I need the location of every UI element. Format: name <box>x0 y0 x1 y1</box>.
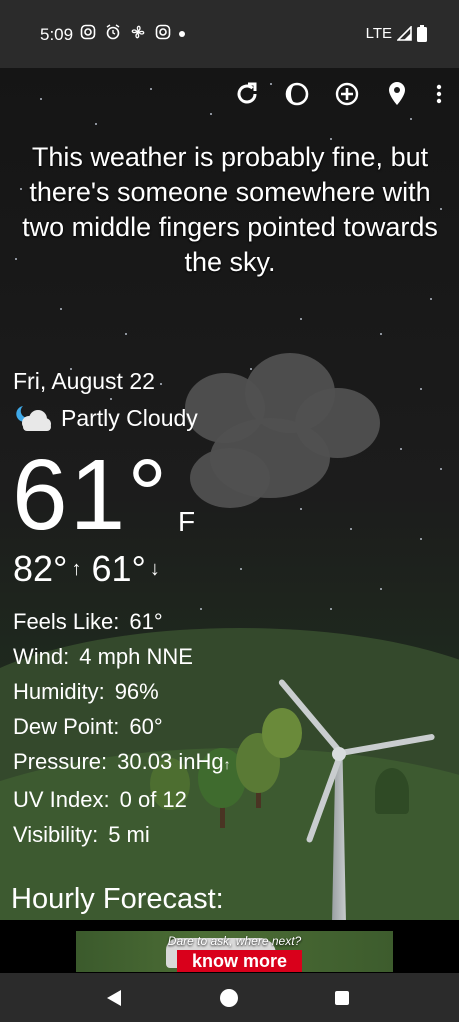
status-time: 5:09 <box>40 25 74 44</box>
tree <box>375 768 409 814</box>
signal-icon <box>397 26 412 41</box>
detail-label: Wind: <box>13 644 70 669</box>
instagram-icon <box>80 24 96 40</box>
add-location-button[interactable] <box>333 80 361 108</box>
ad-know-more-button[interactable]: know more <box>177 950 302 972</box>
recents-icon[interactable] <box>335 991 349 1005</box>
detail-pressure: Pressure: 30.03 inHg↑ <box>13 744 231 782</box>
detail-label: Pressure: <box>13 749 108 774</box>
status-bar: 5:09 LTE <box>0 0 459 68</box>
detail-uv-index: UV Index: 0 of 12 <box>13 782 231 817</box>
detail-value: 5 mi <box>108 822 150 847</box>
action-toolbar <box>233 80 445 108</box>
detail-value: 61° <box>129 609 163 634</box>
detail-label: UV Index: <box>13 787 110 812</box>
alarm-icon <box>106 24 120 40</box>
add-location-icon <box>335 82 359 106</box>
moon-phase-button[interactable] <box>283 80 311 108</box>
detail-humidity: Humidity: 96% <box>13 674 231 709</box>
status-notification-icons <box>80 24 171 40</box>
detail-label: Humidity: <box>13 679 105 704</box>
weather-details: Feels Like: 61° Wind: 4 mph NNE Humidity: 9… <box>13 604 231 852</box>
detail-label: Dew Point: <box>13 714 120 739</box>
location-pin-icon <box>389 82 405 105</box>
detail-wind: Wind: 4 mph NNE <box>13 639 231 674</box>
detail-dew-point: Dew Point: 60° <box>13 709 231 744</box>
battery-icon <box>417 25 427 42</box>
refresh-button[interactable] <box>233 80 261 108</box>
instagram-icon <box>155 24 171 40</box>
temperature-unit: F <box>178 506 196 537</box>
fan-icon <box>131 25 145 39</box>
hourly-forecast-heading: Hourly Forecast: <box>11 883 224 915</box>
arrow-down-icon: ↓ <box>149 557 160 580</box>
refresh-icon <box>237 82 257 104</box>
cloud-illustration <box>185 353 385 513</box>
ad-tagline: Dare to ask, where next? <box>167 934 302 948</box>
home-icon[interactable] <box>220 989 238 1007</box>
condition-label: Partly Cloudy <box>61 404 198 431</box>
weather-headline: This weather is probably fine, but there… <box>22 142 438 277</box>
detail-value: 30.03 inHg <box>117 749 224 774</box>
current-temperature: 61° <box>12 439 170 551</box>
high-low-row: 82° ↑ 61° ↓ <box>13 548 164 590</box>
navigation-bar <box>0 973 459 1022</box>
low-temperature: 61° <box>91 548 146 589</box>
detail-label: Feels Like: <box>13 609 120 634</box>
moon-phase-icon <box>285 82 309 106</box>
more-vert-icon <box>436 84 442 104</box>
wind-turbine-hub <box>332 747 346 761</box>
network-type-label: LTE <box>365 25 392 42</box>
notification-dot <box>179 31 185 37</box>
partly-cloudy-night-icon <box>16 406 51 431</box>
ad-banner[interactable]: Dare to ask, where next? know more <box>76 931 393 972</box>
detail-label: Visibility: <box>13 822 99 847</box>
back-icon[interactable] <box>107 990 121 1006</box>
tree <box>262 708 302 758</box>
status-system-icons: LTE <box>366 25 427 42</box>
condition-row: Partly Cloudy <box>13 403 198 433</box>
more-options-button[interactable] <box>433 80 445 108</box>
location-button[interactable] <box>383 80 411 108</box>
high-temperature: 82° <box>13 548 68 589</box>
detail-feels-like: Feels Like: 61° <box>13 604 231 639</box>
detail-value: 0 of 12 <box>119 787 187 812</box>
pressure-trend-icon: ↑ <box>223 756 231 772</box>
current-date: Fri, August 22 <box>13 368 155 394</box>
detail-value: 60° <box>129 714 163 739</box>
detail-value: 96% <box>114 679 159 704</box>
arrow-up-icon: ↑ <box>71 557 82 580</box>
detail-value: 4 mph NNE <box>79 644 193 669</box>
detail-visibility: Visibility: 5 mi <box>13 817 231 852</box>
